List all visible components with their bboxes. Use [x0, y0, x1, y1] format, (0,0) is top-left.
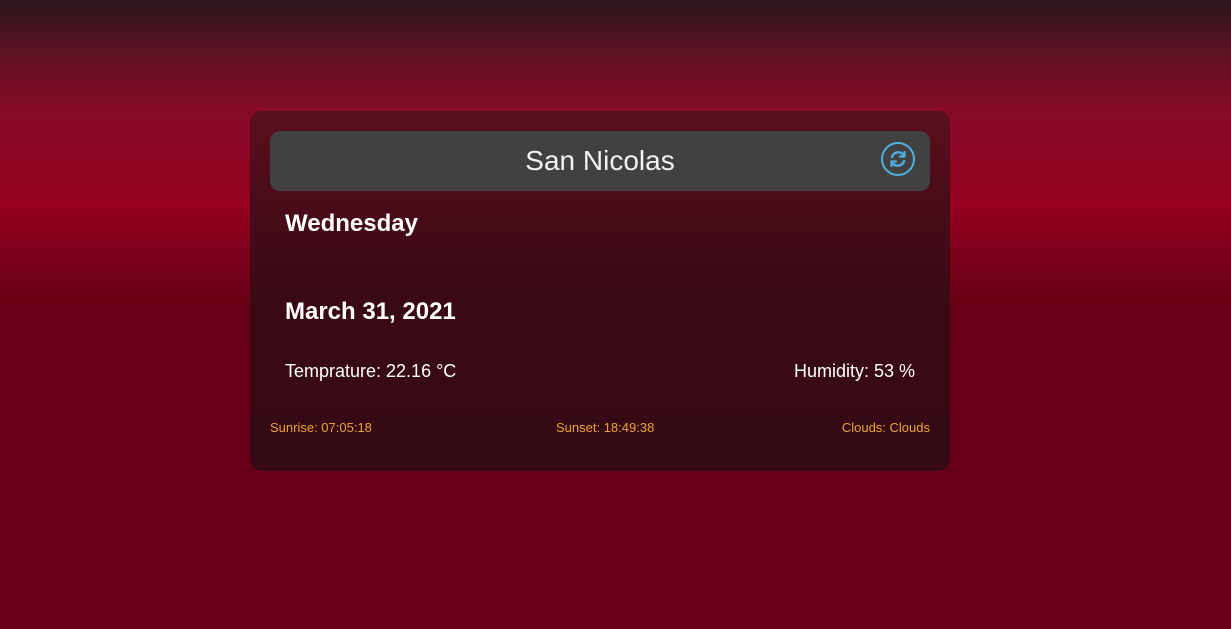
city-name: San Nicolas	[525, 145, 675, 176]
city-header: San Nicolas	[270, 131, 930, 191]
temperature-value: Temprature: 22.16 °C	[285, 361, 457, 381]
humidity-value: Humidity: 53 %	[793, 361, 915, 381]
weather-card: San Nicolas Wednesday March 31, 2021 Tem…	[250, 111, 950, 471]
clouds-status: Clouds: Clouds	[841, 420, 930, 435]
sunset-time: Sunset: 18:49:38	[556, 420, 655, 435]
date-label: March 31, 2021	[285, 298, 456, 325]
sunrise-time: Sunrise: 07:05:18	[270, 420, 372, 435]
weekday-label: Wednesday	[285, 210, 418, 237]
refresh-icon[interactable]	[881, 142, 915, 176]
